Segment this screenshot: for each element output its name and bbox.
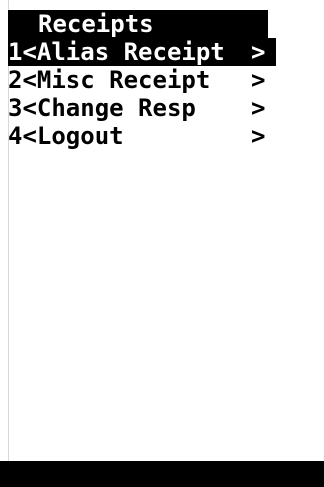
menu-item-label: 4<Logout: [8, 122, 225, 150]
menu-item-logout[interactable]: 4<Logout >: [8, 122, 276, 150]
main-menu: 1<Alias Receipt > 2<Misc Receipt > 3<Cha…: [8, 38, 276, 150]
menu-item-label: 2<Misc Receipt: [8, 66, 225, 94]
chevron-right-icon: >: [251, 94, 266, 122]
page-title: Receipts: [38, 10, 154, 38]
chevron-right-icon: >: [251, 122, 266, 150]
title-bar: Receipts: [8, 10, 268, 38]
menu-item-label: 1<Alias Receipt: [8, 38, 225, 66]
chevron-right-icon: >: [251, 38, 266, 66]
terminal-screen: Receipts 1<Alias Receipt > 2<Misc Receip…: [0, 0, 324, 487]
menu-item-misc-receipt[interactable]: 2<Misc Receipt >: [8, 66, 276, 94]
bottom-status-bar: [0, 461, 324, 487]
menu-item-change-resp[interactable]: 3<Change Resp >: [8, 94, 276, 122]
menu-item-label: 3<Change Resp: [8, 94, 225, 122]
menu-item-alias-receipt[interactable]: 1<Alias Receipt >: [8, 38, 276, 66]
chevron-right-icon: >: [251, 66, 266, 94]
